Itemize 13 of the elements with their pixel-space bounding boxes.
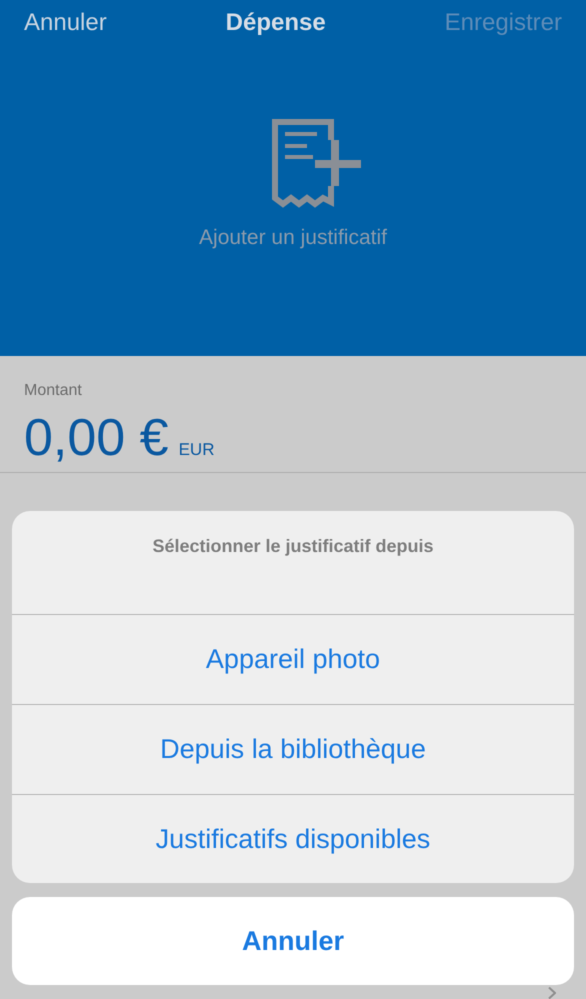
cancel-button[interactable]: Annuler [24, 9, 107, 37]
add-receipt-label[interactable]: Ajouter un justificatif [199, 226, 387, 250]
currency-code: EUR [178, 440, 214, 460]
sheet-option[interactable]: Appareil photo [12, 615, 574, 705]
chevron-icon [548, 987, 556, 999]
amount-label: Montant [24, 382, 83, 400]
amount-value[interactable]: 0,00 € [24, 408, 169, 468]
sheet-option[interactable]: Depuis la bibliothèque [12, 705, 574, 795]
sheet-option[interactable]: Justificatifs disponibles [12, 795, 574, 883]
sheet-cancel-button[interactable]: Annuler [12, 897, 574, 985]
sheet-title: Sélectionner le justificatif depuis [12, 511, 574, 615]
add-receipt-icon[interactable] [269, 118, 361, 210]
screen-title: Dépense [226, 9, 326, 37]
